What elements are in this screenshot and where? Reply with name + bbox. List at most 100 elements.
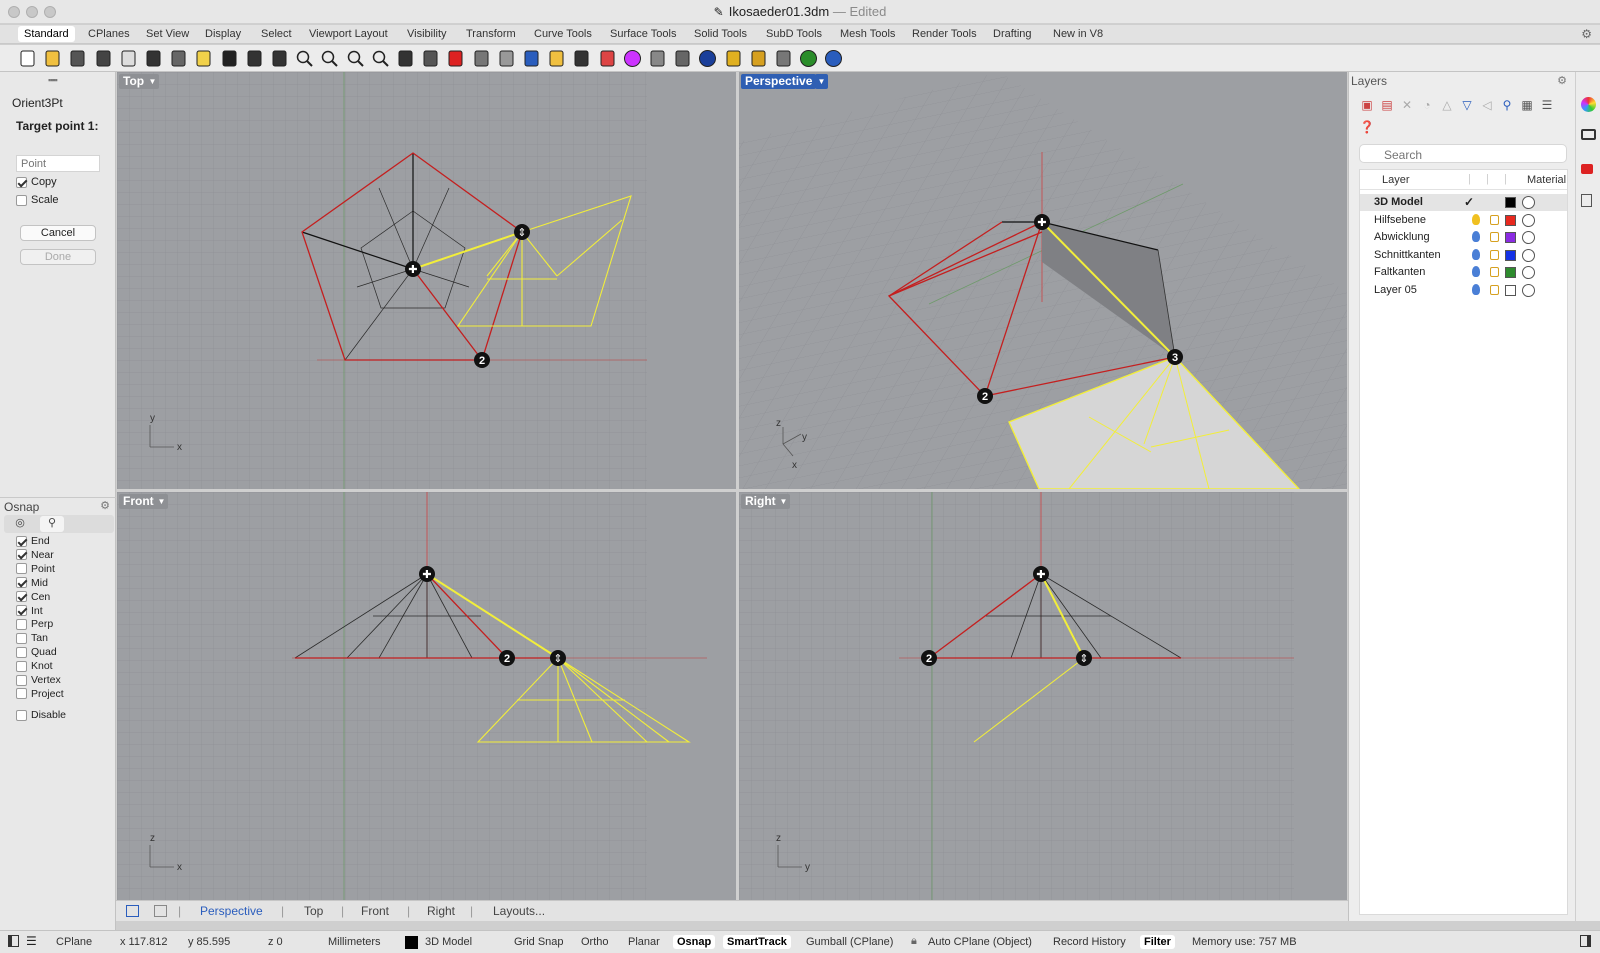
color-wheel-icon[interactable] [622,48,643,69]
osnap-mid-option[interactable]: Mid [16,577,48,589]
osnap-disable-option[interactable]: Disable [16,709,66,721]
cut-icon[interactable] [143,48,164,69]
tab-new-in-v8[interactable]: New in V8 [1053,28,1103,40]
layer-name[interactable]: Hilfsebene [1374,214,1426,226]
layer-material-icon[interactable] [1522,248,1535,262]
snap-icon[interactable] [521,48,542,69]
move-layer-down-icon[interactable]: ▽ [1459,98,1475,114]
osnap-point-option[interactable]: Point [16,563,55,575]
new-icon[interactable] [17,48,38,69]
tab-right[interactable]: Right [427,904,455,918]
current-layer-status[interactable]: 3D Model [425,936,472,948]
paste-icon[interactable] [193,48,214,69]
layer-material-icon[interactable] [1522,284,1535,297]
osnap-disable-checkbox[interactable] [16,709,27,721]
tab-transform[interactable]: Transform [466,28,516,40]
move-layer-out-icon[interactable]: ◁ [1479,98,1495,114]
open-icon[interactable] [42,48,63,69]
tab-layouts[interactable]: Layouts... [493,904,545,918]
layer-name[interactable]: Faltkanten [1374,266,1425,278]
osnap-near-checkbox[interactable] [16,549,27,561]
command-point-input[interactable] [16,155,100,172]
tab-cplanes[interactable]: CPlanes [88,28,130,40]
sphere-icon[interactable] [697,48,718,69]
new-layer-icon[interactable]: ▣ [1359,98,1375,114]
osnap-quad-option[interactable]: Quad [16,646,57,658]
car-icon[interactable] [445,48,466,69]
four-view-layout-icon[interactable] [126,905,139,917]
single-view-layout-icon[interactable] [154,905,167,917]
globe-icon[interactable] [798,48,819,69]
osnap-gear-icon[interactable]: ⚙ [100,499,110,512]
layer-color-swatch[interactable] [1505,267,1516,279]
osnap-vertex-option[interactable]: Vertex [16,674,61,686]
layer-row[interactable]: Schnittkanten [1360,247,1567,264]
osnap-knot-option[interactable]: Knot [16,660,53,672]
layers-search-input[interactable] [1359,144,1567,163]
osnap-perp-checkbox[interactable] [16,618,27,630]
layer-column-header[interactable]: Layer [1382,174,1410,186]
osnap-knot-checkbox[interactable] [16,660,27,672]
copy-option[interactable]: Copy [16,176,57,188]
print-icon[interactable] [93,48,114,69]
layers-help-icon[interactable]: ❓ [1359,120,1375,136]
osnap-end-checkbox[interactable] [16,535,27,547]
viewport-perspective[interactable]: ✚ 2 3 z y x Perspective ▼ [739,72,1347,489]
layer-row[interactable]: Layer 05 [1360,282,1567,299]
tab-viewport-layout[interactable]: Viewport Layout [309,28,388,40]
layer-material-icon[interactable] [1522,213,1535,227]
layer-visibility-bulb-icon[interactable] [1472,248,1480,260]
import-icon[interactable] [118,48,139,69]
layer-visibility-bulb-icon[interactable] [1472,266,1480,278]
layer-name[interactable]: Schnittkanten [1374,249,1441,261]
sidebar-toggle-icon[interactable] [8,935,19,947]
viewport-front[interactable]: ✚ 2 ⇕ z x Front ▼ [117,492,736,900]
new-sublayer-icon[interactable]: ▤ [1379,98,1395,114]
layer-lock-icon[interactable] [1490,232,1499,243]
layer-menu-icon[interactable]: ☰ [1539,98,1555,114]
layer-lock-icon[interactable] [1490,267,1499,278]
zoom-selected-icon[interactable] [370,48,391,69]
options-icon[interactable] [723,48,744,69]
osnap-target-icon[interactable]: ◎ [8,516,32,532]
planar-toggle[interactable]: Planar [628,936,660,948]
osnap-project-checkbox[interactable] [16,688,27,700]
viewport-perspective-menu-icon[interactable]: ▼ [815,74,828,89]
gumball-toggle[interactable]: Gumball (CPlane) [806,936,893,948]
tab-drafting[interactable]: Drafting [993,28,1032,40]
cancel-button[interactable]: Cancel [20,225,96,241]
layer-visibility-bulb-icon[interactable] [1472,213,1480,225]
lock-icon[interactable] [571,48,592,69]
layer-color-swatch[interactable] [1505,285,1516,296]
osnap-project-option[interactable]: Project [16,688,64,700]
osnap-filter-icon[interactable]: ⚲ [40,516,64,532]
copy-checkbox[interactable] [16,176,27,188]
analyze-icon[interactable] [773,48,794,69]
viewport-front-menu-icon[interactable]: ▼ [155,494,168,509]
undo-view-icon[interactable] [395,48,416,69]
layers-tab-icon[interactable] [1581,164,1593,174]
shade-icon[interactable] [647,48,668,69]
tab-visibility[interactable]: Visibility [407,28,447,40]
viewport-right-title[interactable]: Right [741,494,780,509]
grid-icon[interactable] [471,48,492,69]
layer-visibility-bulb-icon[interactable] [1472,284,1480,295]
tab-standard[interactable]: Standard [18,26,75,42]
viewport-top-menu-icon[interactable]: ▼ [146,74,159,89]
scale-checkbox[interactable] [16,194,27,206]
units-status[interactable]: Millimeters [328,936,381,948]
done-button[interactable]: Done [20,249,96,265]
display-icon[interactable] [1581,129,1596,140]
layer-color-swatch[interactable] [1505,232,1516,244]
save-icon[interactable] [67,48,88,69]
panel-toggle-icon[interactable] [1580,935,1591,947]
layers-gear-icon[interactable]: ⚙ [1557,74,1567,87]
toolbar-gear-icon[interactable]: ⚙ [1581,27,1592,41]
ortho-toggle[interactable]: Ortho [581,936,609,948]
tab-display[interactable]: Display [205,28,241,40]
osnap-mid-checkbox[interactable] [16,577,27,589]
osnap-perp-option[interactable]: Perp [16,618,53,630]
record-history-toggle[interactable]: Record History [1053,936,1126,948]
undo-icon[interactable] [219,48,240,69]
layer-material-icon[interactable] [1522,196,1535,209]
